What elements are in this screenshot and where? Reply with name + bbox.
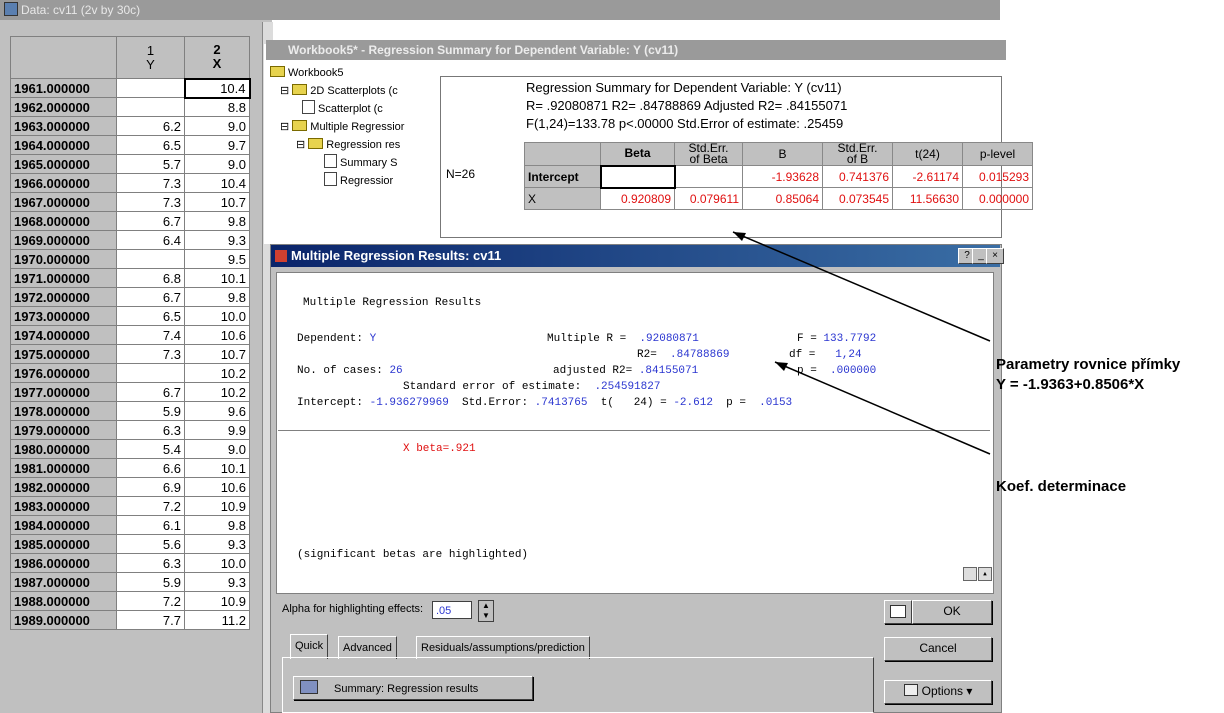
annotation-determ: Koef. determinace [996,478,1127,495]
arrow-determ-head [775,362,788,371]
arrow-params-head [733,232,746,241]
annotation-params-line1: Parametry rovnice přímky [996,356,1181,373]
annotation-params-line2: Y = -1.9363+0.8506*X [996,376,1145,393]
arrow-params [732,231,991,342]
arrow-determ [774,361,991,455]
